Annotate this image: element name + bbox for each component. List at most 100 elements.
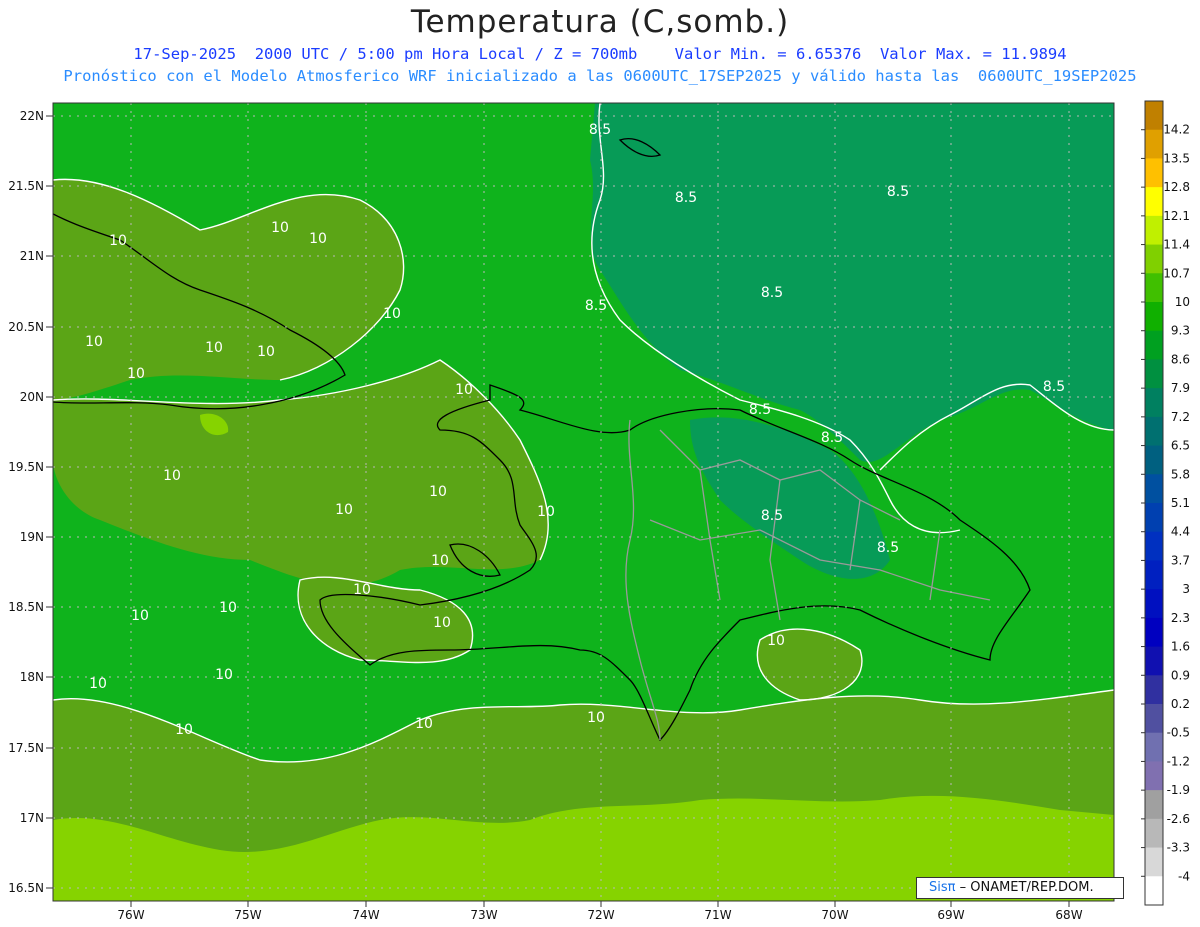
contour-value-label: 10 — [335, 502, 353, 518]
lon-label: 74W — [352, 908, 379, 922]
contour-value-label: 8.5 — [761, 508, 783, 524]
lat-label: 16.5N — [8, 881, 44, 895]
contour-value-label: 10 — [175, 722, 193, 738]
lon-label: 71W — [704, 908, 731, 922]
colorbar-label: -1.9 — [1167, 783, 1190, 797]
colorbar-swatch — [1145, 273, 1163, 303]
lat-label: 21N — [20, 249, 44, 263]
colorbar-label: -3.3 — [1167, 841, 1190, 855]
colorbar-label: 14.2 — [1163, 123, 1190, 137]
colorbar-swatch — [1145, 416, 1163, 447]
lat-label: 17.5N — [8, 741, 44, 755]
contour-value-label: 10 — [431, 553, 449, 569]
lat-label: 21.5N — [8, 179, 44, 193]
colorbar-swatch — [1145, 244, 1163, 274]
lat-label: 19.5N — [8, 460, 44, 474]
colorbar-swatch — [1145, 158, 1163, 188]
colorbar-swatch — [1145, 503, 1163, 533]
contour-value-label: 10 — [131, 608, 149, 624]
contour-value-label: 10 — [85, 334, 103, 350]
contour-value-label: 10 — [219, 600, 237, 616]
credit-box: Sisπ – ONAMET/REP.DOM. — [916, 877, 1124, 899]
latitude-axis: 22N 21.5N 21N 20.5N 20N 19.5N 19N 18.5N 18N 17.5N… — [8, 109, 53, 895]
credit-brand: Sisπ — [929, 880, 956, 895]
colorbar-swatch — [1145, 704, 1163, 734]
colorbar-swatch — [1145, 531, 1163, 561]
colorbar-swatch — [1145, 876, 1163, 906]
colorbar-label: -1.2 — [1167, 754, 1190, 768]
colorbar-label: 1.6 — [1171, 640, 1190, 654]
colorbar-swatch — [1145, 675, 1163, 705]
colorbar-swatch — [1145, 732, 1163, 762]
contour-value-label: 8.5 — [749, 402, 771, 418]
colorbar-swatch — [1145, 330, 1163, 360]
lat-label: 20.5N — [8, 320, 44, 334]
colorbar-label: 4.4 — [1171, 525, 1190, 539]
colorbar-swatch — [1145, 359, 1163, 389]
contour-value-label: 10 — [205, 340, 223, 356]
contour-value-label: 10 — [353, 582, 371, 598]
colorbar-label: 10 — [1175, 295, 1190, 309]
contour-value-label: 8.5 — [761, 285, 783, 301]
colorbar-label: 12.1 — [1163, 209, 1190, 223]
temperature-map: 8.5 8.5 8.5 8.5 8.5 8.5 8.5 8.5 8.5 8.5 10 10 10 10 10… — [8, 100, 1190, 922]
contour-value-label: 10 — [89, 676, 107, 692]
colorbar-label: 0.2 — [1171, 697, 1190, 711]
colorbar-label: 5.1 — [1171, 496, 1190, 510]
lat-label: 18N — [20, 670, 44, 684]
colorbar-swatch — [1145, 646, 1163, 676]
colorbar-swatch — [1145, 790, 1163, 820]
colorbar-label: 3.7 — [1171, 553, 1190, 567]
contour-value-label: 8.5 — [589, 122, 611, 138]
colorbar-label: 13.5 — [1163, 151, 1190, 165]
contour-value-label: 10 — [109, 233, 127, 249]
contour-value-label: 8.5 — [675, 190, 697, 206]
colorbar-swatch — [1145, 847, 1163, 877]
colorbar: 14.2 13.5 12.8 12.1 11.4 10.7 10 9.3 8.6 7.9 7.2 6.… — [1141, 100, 1190, 906]
colorbar-swatch — [1145, 818, 1163, 849]
contour-value-label: 10 — [271, 220, 289, 236]
lon-label: 76W — [117, 908, 144, 922]
lon-label: 72W — [587, 908, 614, 922]
colorbar-swatch — [1145, 302, 1163, 332]
colorbar-label: 0.9 — [1171, 668, 1190, 682]
contour-value-label: 8.5 — [585, 298, 607, 314]
contour-value-label: 10 — [537, 504, 555, 520]
contour-value-label: 10 — [257, 344, 275, 360]
colorbar-label: -4 — [1178, 869, 1190, 883]
lon-label: 73W — [470, 908, 497, 922]
colorbar-label: 10.7 — [1163, 266, 1190, 280]
colorbar-label: 5.8 — [1171, 467, 1190, 481]
lat-label: 17N — [20, 811, 44, 825]
lon-label: 68W — [1055, 908, 1082, 922]
colorbar-swatch — [1145, 474, 1163, 504]
colorbar-label: -2.6 — [1167, 812, 1190, 826]
colorbar-swatch — [1145, 101, 1163, 131]
credit-org: – ONAMET/REP.DOM. — [955, 880, 1094, 895]
colorbar-label: 12.8 — [1163, 180, 1190, 194]
contour-value-label: 10 — [215, 667, 233, 683]
colorbar-label: 7.9 — [1171, 381, 1190, 395]
colorbar-swatch — [1145, 445, 1163, 475]
colorbar-swatch — [1145, 388, 1163, 418]
contour-value-label: 10 — [415, 716, 433, 732]
contour-value-label: 10 — [455, 382, 473, 398]
contour-value-label: 10 — [433, 615, 451, 631]
colorbar-swatch — [1145, 187, 1163, 217]
contour-value-label: 10 — [767, 633, 785, 649]
colorbar-label: 7.2 — [1171, 410, 1190, 424]
contour-value-label: 10 — [587, 710, 605, 726]
colorbar-label: 3 — [1182, 582, 1190, 596]
lon-label: 69W — [937, 908, 964, 922]
lat-label: 19N — [20, 530, 44, 544]
colorbar-swatch — [1145, 129, 1163, 159]
colorbar-label: -0.5 — [1167, 726, 1190, 740]
contour-value-label: 8.5 — [887, 184, 909, 200]
map-fill — [53, 103, 1114, 901]
longitude-axis: 76W 75W 74W 73W 72W 71W 70W 69W 68W — [117, 901, 1083, 922]
lat-label: 20N — [20, 390, 44, 404]
contour-value-label: 10 — [383, 306, 401, 322]
lon-label: 75W — [234, 908, 261, 922]
colorbar-label: 2.3 — [1171, 611, 1190, 625]
contour-value-label: 8.5 — [877, 540, 899, 556]
